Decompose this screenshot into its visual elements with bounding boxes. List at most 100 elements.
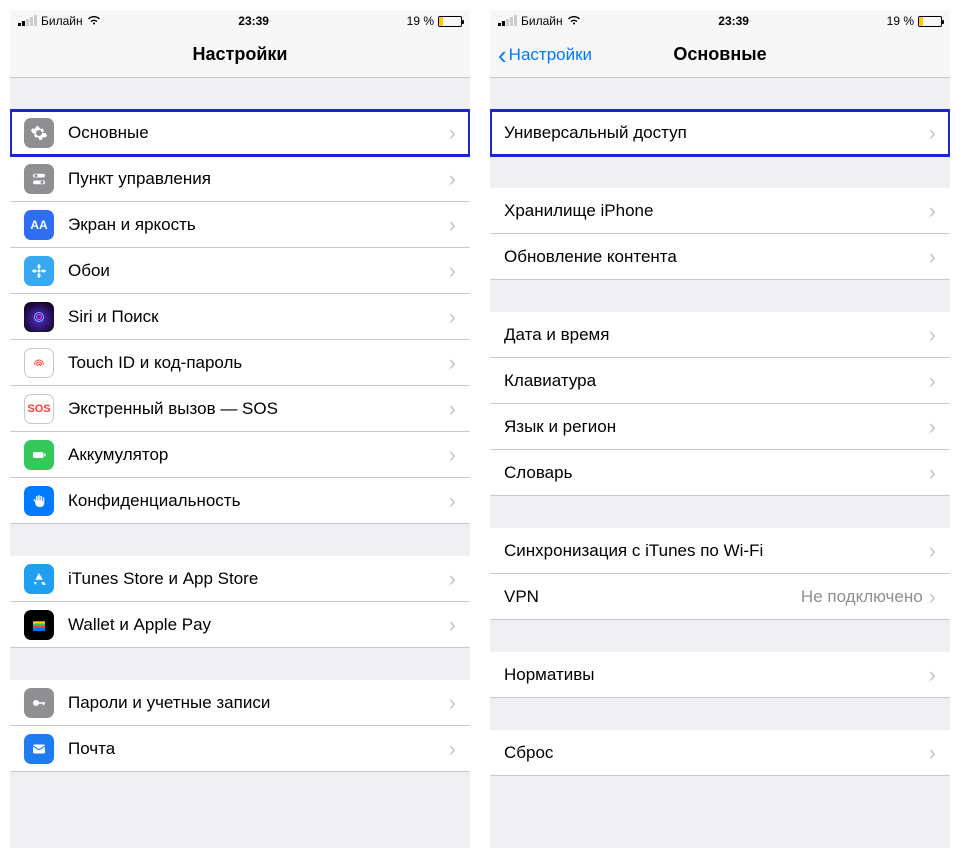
chevron-left-icon: ‹	[498, 42, 507, 68]
status-bar: Билайн 23:39 19 %	[10, 10, 470, 32]
row-label: Конфиденциальность	[68, 491, 449, 511]
chevron-icon: ›	[929, 414, 936, 440]
row-background-refresh[interactable]: Обновление контента ›	[490, 234, 950, 280]
general-list[interactable]: Универсальный доступ › Хранилище iPhone …	[490, 78, 950, 848]
row-label: Пункт управления	[68, 169, 449, 189]
nav-title: Настройки	[193, 44, 288, 65]
phone-left: Билайн 23:39 19 % Настройки Основные › П…	[10, 10, 470, 848]
row-label: Основные	[68, 123, 449, 143]
row-language-region[interactable]: Язык и регион ›	[490, 404, 950, 450]
carrier-label: Билайн	[41, 14, 83, 28]
sos-icon: SOS	[24, 394, 54, 424]
settings-list[interactable]: Основные › Пункт управления › AA Экран и…	[10, 78, 470, 848]
row-reset[interactable]: Сброс ›	[490, 730, 950, 776]
row-wallpaper[interactable]: Обои ›	[10, 248, 470, 294]
row-wallet-applepay[interactable]: Wallet и Apple Pay ›	[10, 602, 470, 648]
text-size-icon: AA	[24, 210, 54, 240]
row-iphone-storage[interactable]: Хранилище iPhone ›	[490, 188, 950, 234]
row-label: Siri и Поиск	[68, 307, 449, 327]
wallet-icon	[24, 610, 54, 640]
status-left: Билайн	[18, 14, 101, 28]
row-dictionary[interactable]: Словарь ›	[490, 450, 950, 496]
row-label: Универсальный доступ	[504, 123, 929, 143]
row-accessibility[interactable]: Универсальный доступ ›	[490, 110, 950, 156]
siri-icon	[24, 302, 54, 332]
row-label: Нормативы	[504, 665, 929, 685]
row-label: Обновление контента	[504, 247, 929, 267]
row-keyboard[interactable]: Клавиатура ›	[490, 358, 950, 404]
status-right: 19 %	[887, 14, 942, 28]
wifi-icon	[567, 14, 581, 28]
row-itunes-wifi-sync[interactable]: Синхронизация с iTunes по Wi-Fi ›	[490, 528, 950, 574]
row-label: Почта	[68, 739, 449, 759]
nav-bar: Настройки	[10, 32, 470, 78]
chevron-icon: ›	[929, 198, 936, 224]
row-label: Touch ID и код-пароль	[68, 353, 449, 373]
row-label: iTunes Store и App Store	[68, 569, 449, 589]
nav-title: Основные	[673, 44, 766, 65]
row-label: Синхронизация с iTunes по Wi-Fi	[504, 541, 929, 561]
row-label: Экстренный вызов — SOS	[68, 399, 449, 419]
status-left: Билайн	[498, 14, 581, 28]
chevron-icon: ›	[449, 566, 456, 592]
chevron-icon: ›	[449, 396, 456, 422]
row-touchid-passcode[interactable]: Touch ID и код-пароль ›	[10, 340, 470, 386]
wifi-icon	[87, 14, 101, 28]
status-time: 23:39	[238, 14, 269, 28]
row-label: Обои	[68, 261, 449, 281]
row-label: Словарь	[504, 463, 929, 483]
chevron-icon: ›	[449, 612, 456, 638]
fingerprint-icon	[24, 348, 54, 378]
row-emergency-sos[interactable]: SOS Экстренный вызов — SOS ›	[10, 386, 470, 432]
chevron-icon: ›	[929, 662, 936, 688]
chevron-icon: ›	[449, 488, 456, 514]
row-label: Пароли и учетные записи	[68, 693, 449, 713]
chevron-icon: ›	[449, 690, 456, 716]
signal-icon	[18, 16, 37, 26]
row-display-brightness[interactable]: AA Экран и яркость ›	[10, 202, 470, 248]
status-bar: Билайн 23:39 19 %	[490, 10, 950, 32]
row-label: Экран и яркость	[68, 215, 449, 235]
hand-icon	[24, 486, 54, 516]
row-label: Дата и время	[504, 325, 929, 345]
nav-bar: ‹ Настройки Основные	[490, 32, 950, 78]
chevron-icon: ›	[449, 258, 456, 284]
flower-icon	[24, 256, 54, 286]
row-label: Аккумулятор	[68, 445, 449, 465]
row-label: Хранилище iPhone	[504, 201, 929, 221]
toggles-icon	[24, 164, 54, 194]
row-itunes-appstore[interactable]: iTunes Store и App Store ›	[10, 556, 470, 602]
row-date-time[interactable]: Дата и время ›	[490, 312, 950, 358]
row-battery[interactable]: Аккумулятор ›	[10, 432, 470, 478]
row-value: Не подключено	[801, 587, 923, 607]
row-general[interactable]: Основные ›	[10, 110, 470, 156]
signal-icon	[498, 16, 517, 26]
battery-row-icon	[24, 440, 54, 470]
chevron-icon: ›	[449, 304, 456, 330]
row-label: Сброс	[504, 743, 929, 763]
status-time: 23:39	[718, 14, 749, 28]
phone-right: Билайн 23:39 19 % ‹ Настройки Основные У…	[490, 10, 950, 848]
row-control-center[interactable]: Пункт управления ›	[10, 156, 470, 202]
chevron-icon: ›	[929, 460, 936, 486]
chevron-icon: ›	[929, 322, 936, 348]
row-siri-search[interactable]: Siri и Поиск ›	[10, 294, 470, 340]
row-privacy[interactable]: Конфиденциальность ›	[10, 478, 470, 524]
row-vpn[interactable]: VPN Не подключено ›	[490, 574, 950, 620]
row-label: VPN	[504, 587, 801, 607]
key-icon	[24, 688, 54, 718]
chevron-icon: ›	[929, 120, 936, 146]
row-regulatory[interactable]: Нормативы ›	[490, 652, 950, 698]
status-right: 19 %	[407, 14, 462, 28]
battery-icon	[918, 16, 942, 27]
battery-icon	[438, 16, 462, 27]
chevron-icon: ›	[929, 244, 936, 270]
back-button[interactable]: ‹ Настройки	[498, 32, 592, 77]
row-mail[interactable]: Почта ›	[10, 726, 470, 772]
row-passwords-accounts[interactable]: Пароли и учетные записи ›	[10, 680, 470, 726]
appstore-icon	[24, 564, 54, 594]
back-label: Настройки	[509, 45, 592, 65]
carrier-label: Билайн	[521, 14, 563, 28]
battery-percent: 19 %	[887, 14, 914, 28]
row-label: Wallet и Apple Pay	[68, 615, 449, 635]
